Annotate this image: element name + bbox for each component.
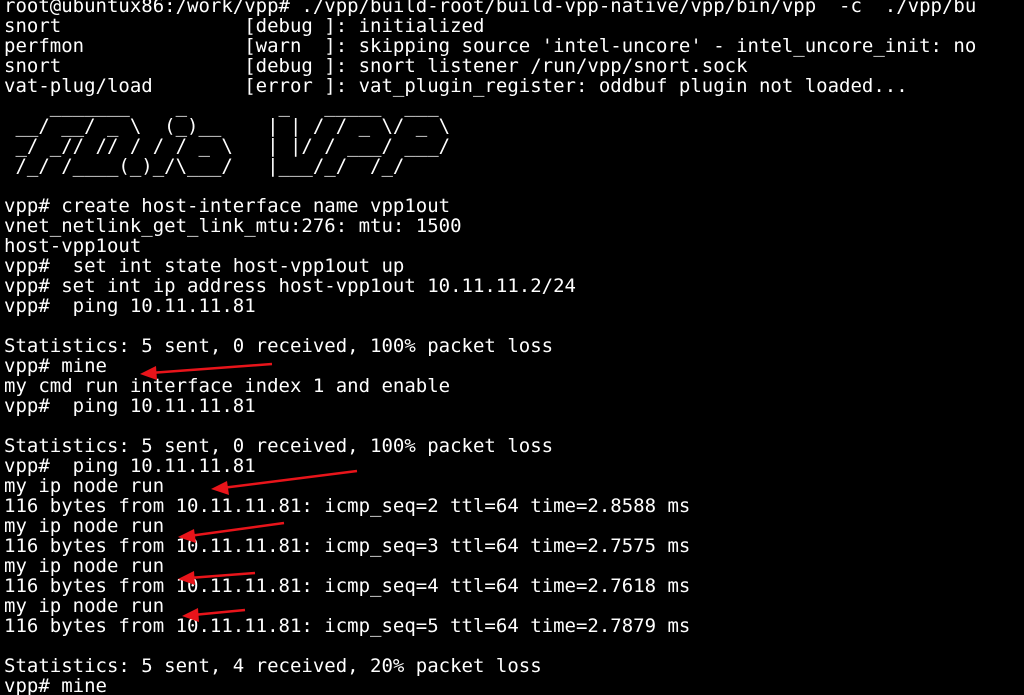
terminal-line: vpp# ping 10.11.11.81 xyxy=(4,455,256,477)
ascii-banner-line: __/ __/ _ \ (_)__ | | / / _ \/ _ \ xyxy=(4,115,451,137)
terminal-line: host-vpp1out xyxy=(4,235,142,257)
terminal-line: my ip node run xyxy=(4,515,165,537)
terminal-line: root@ubuntux86:/work/vpp# ./vpp/build-ro… xyxy=(4,0,977,17)
terminal-line: Statistics: 5 sent, 0 received, 100% pac… xyxy=(4,435,554,457)
terminal-line: vnet_netlink_get_link_mtu:276: mtu: 1500 xyxy=(4,215,462,237)
terminal-line: 116 bytes from 10.11.11.81: icmp_seq=4 t… xyxy=(4,575,691,597)
terminal-window[interactable]: root@ubuntux86:/work/vpp# ./vpp/build-ro… xyxy=(0,0,1024,695)
ascii-banner-line: _______ _ _ _____ ___ xyxy=(4,95,439,117)
terminal-line: 116 bytes from 10.11.11.81: icmp_seq=5 t… xyxy=(4,615,691,637)
terminal-line: my ip node run xyxy=(4,475,165,497)
ascii-banner-line: /_/ /____(_)_/\___/ |___/_/ /_/ xyxy=(4,155,405,177)
terminal-line: vpp# create host-interface name vpp1out xyxy=(4,195,451,217)
terminal-line: vpp# mine xyxy=(4,355,107,377)
terminal-line: vat-plug/load [error ]: vat_plugin_regis… xyxy=(4,75,908,97)
terminal-line: vpp# ping 10.11.11.81 xyxy=(4,395,256,417)
terminal-line: vpp# ping 10.11.11.81 xyxy=(4,295,256,317)
terminal-line: vpp# set int ip address host-vpp1out 10.… xyxy=(4,275,576,297)
terminal-line: my ip node run xyxy=(4,595,165,617)
terminal-line: Statistics: 5 sent, 0 received, 100% pac… xyxy=(4,335,554,357)
terminal-line: vpp# mine xyxy=(4,675,107,695)
terminal-line: snort [debug ]: initialized xyxy=(4,15,485,37)
terminal-line: my cmd run interface index 1 and enable xyxy=(4,375,451,397)
terminal-line: perfmon [warn ]: skipping source 'intel-… xyxy=(4,35,977,57)
terminal-line: 116 bytes from 10.11.11.81: icmp_seq=2 t… xyxy=(4,495,691,517)
terminal-line: Statistics: 5 sent, 4 received, 20% pack… xyxy=(4,655,542,677)
terminal-line: snort [debug ]: snort listener /run/vpp/… xyxy=(4,55,748,77)
ascii-banner-line: _/ _// // / / / _ \ | |/ / ___/ ___/ xyxy=(4,135,451,157)
terminal-line: my ip node run xyxy=(4,555,165,577)
terminal-line: 116 bytes from 10.11.11.81: icmp_seq=3 t… xyxy=(4,535,691,557)
terminal-line: vpp# set int state host-vpp1out up xyxy=(4,255,405,277)
